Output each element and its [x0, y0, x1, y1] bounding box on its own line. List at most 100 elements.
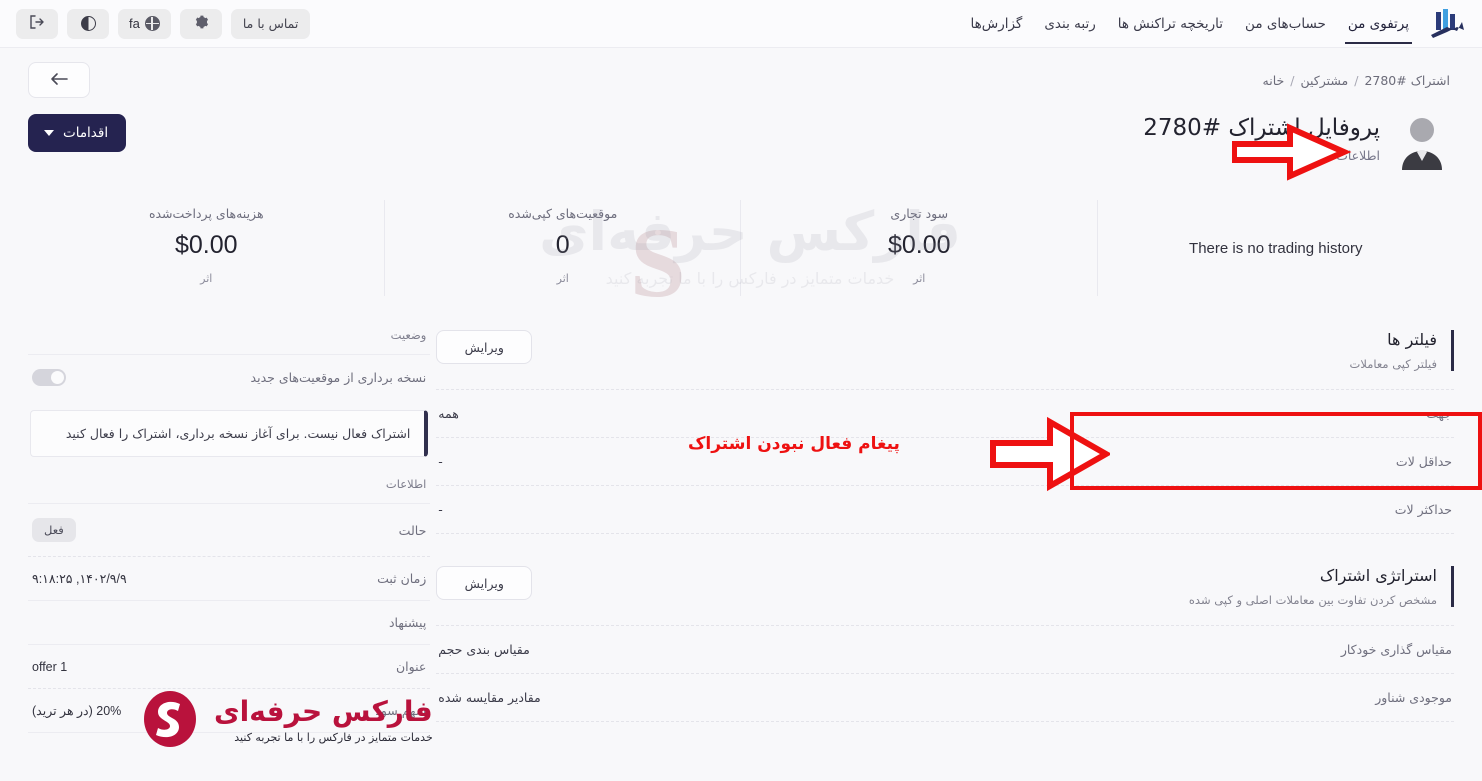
- row-value: -: [438, 454, 443, 469]
- nav-item-label: حساب‌های من: [1245, 16, 1326, 32]
- table-row: حالت فعل: [28, 503, 431, 556]
- row-value: ۱۴۰۲/۹/۹, ۹:۱۸:۲۵: [32, 572, 127, 587]
- edit-label: ویرایش: [464, 575, 504, 591]
- row-value: offer 1: [32, 659, 68, 674]
- app-page: پرتفوی من حساب‌های من تاریخچه تراکنش ها …: [0, 0, 1482, 781]
- breadcrumb-home[interactable]: خانه: [1263, 73, 1285, 88]
- profile-text: پروفایل اشتراک #2780 اطلاعات کلی درباره …: [1143, 114, 1380, 163]
- content-area: فیلتر ها فیلتر کپی معاملات ویرایش جهت هم…: [0, 304, 1482, 734]
- strategy-section-header: استراتژی اشتراک مشخص کردن تفاوت بین معام…: [436, 560, 1454, 607]
- gear-icon: [193, 14, 209, 33]
- nav-item-label: تاریخچه تراکنش ها: [1117, 16, 1224, 32]
- table-row: زمان ثبت ۱۴۰۲/۹/۹, ۹:۱۸:۲۵: [28, 556, 431, 600]
- globe-icon: [144, 16, 160, 31]
- row-key: سهم سود: [375, 703, 427, 719]
- breadcrumb-current[interactable]: اشتراک #2780: [1364, 73, 1450, 88]
- nav-items: پرتفوی من حساب‌های من تاریخچه تراکنش ها …: [960, 3, 1421, 44]
- row-key: حالت: [398, 522, 427, 538]
- breadcrumb-row: اشتراک #2780 / مشترکین / خانه: [0, 48, 1482, 98]
- stat-label: موقعیت‌های کپی‌شده: [508, 206, 618, 221]
- settings-button[interactable]: [179, 8, 222, 39]
- side-panel: وضعیت نسخه برداری از موقعیت‌های جدید اشت…: [28, 324, 431, 734]
- row-key: عنوان: [395, 659, 427, 675]
- stats-row: There is no trading history سود تجاری $0…: [28, 192, 1454, 304]
- inactive-alert-wrap: اشتراک فعال نیست. برای آغاز نسخه برداری،…: [28, 400, 430, 465]
- copy-new-positions-label: نسخه برداری از موقعیت‌های جدید: [250, 370, 427, 385]
- row-key: زمان ثبت: [377, 571, 427, 587]
- actions-label: اقدامات: [63, 125, 109, 141]
- strategy-title: استراتژی اشتراک: [1319, 566, 1437, 585]
- nav-item-transaction-history[interactable]: تاریخچه تراکنش ها: [1107, 3, 1234, 44]
- stat-unit: اثر: [556, 272, 569, 285]
- table-row: عنوان offer 1: [28, 644, 431, 688]
- breadcrumb: اشتراک #2780 / مشترکین / خانه: [1263, 73, 1450, 88]
- status-section-label: وضعیت: [390, 328, 427, 342]
- row-key: مقیاس گذاری خودکار: [1340, 642, 1452, 657]
- back-button[interactable]: [28, 62, 90, 98]
- stat-trading-profit: سود تجاری $0.00 اثر: [741, 192, 1098, 304]
- top-navigation-bar: پرتفوی من حساب‌های من تاریخچه تراکنش ها …: [0, 0, 1482, 48]
- breadcrumb-subscribers[interactable]: مشترکین: [1300, 73, 1348, 88]
- stat-paid-fees: هزینه‌های پرداخت‌شده $0.00 اثر: [28, 192, 385, 304]
- stat-copied-positions: موقعیت‌های کپی‌شده 0 اثر: [385, 192, 742, 304]
- table-row: مقیاس گذاری خودکار مقیاس بندی حجم: [436, 625, 1454, 674]
- row-value: 20% (در هر ترید): [32, 704, 122, 719]
- stat-unit: اثر: [913, 272, 926, 285]
- status-badge: فعل: [32, 518, 76, 543]
- nav-item-my-accounts[interactable]: حساب‌های من: [1234, 3, 1337, 44]
- language-selector[interactable]: fa: [118, 8, 171, 39]
- row-key: حداکثر لات: [1394, 502, 1452, 517]
- row-value: همه: [438, 406, 459, 421]
- contact-us-label: تماس با ما: [242, 16, 299, 31]
- copy-new-positions-toggle[interactable]: [32, 369, 66, 386]
- nav-item-ranking[interactable]: رتبه بندی: [1033, 3, 1106, 44]
- table-row: سهم سود 20% (در هر ترید): [28, 688, 431, 732]
- edit-label: ویرایش: [464, 339, 504, 355]
- bar-chart-arrow-logo-icon[interactable]: [1426, 7, 1468, 41]
- page-title: پروفایل اشتراک #2780: [1143, 115, 1380, 141]
- arrow-left-icon: [49, 71, 69, 90]
- nav-item-label: گزارش‌ها: [970, 16, 1023, 32]
- page-subtitle: اطلاعات کلی درباره اشتراک: [1232, 147, 1380, 163]
- offer-section-label: پیشنهاد: [388, 615, 427, 631]
- half-circle-icon: [80, 16, 96, 31]
- table-row: جهت همه: [436, 389, 1454, 438]
- table-row: حداقل لات -: [436, 438, 1454, 486]
- filters-edit-button[interactable]: ویرایش: [436, 330, 533, 364]
- logout-button[interactable]: [16, 8, 58, 39]
- language-label: fa: [129, 16, 140, 31]
- row-value: مقادیر مقایسه شده: [438, 690, 541, 705]
- row-value: مقیاس بندی حجم: [438, 642, 530, 657]
- table-row: موجودی شناور مقادیر مقایسه شده: [436, 674, 1454, 722]
- row-key: موجودی شناور: [1375, 690, 1452, 705]
- offer-section-label-row: پیشنهاد: [28, 600, 431, 644]
- empty-state-message: There is no trading history: [1189, 239, 1363, 257]
- strategy-subtitle: مشخص کردن تفاوت بین معاملات اصلی و کپی ش…: [1188, 593, 1437, 607]
- strategy-title-wrap: استراتژی اشتراک مشخص کردن تفاوت بین معام…: [1189, 566, 1454, 607]
- row-key: حداقل لات: [1395, 454, 1452, 469]
- profile-header: پروفایل اشتراک #2780 اطلاعات کلی درباره …: [0, 98, 1482, 170]
- stat-label: هزینه‌های پرداخت‌شده: [148, 206, 264, 221]
- avatar: [1394, 114, 1450, 170]
- nav-right-group: تماس با ما fa: [16, 8, 311, 39]
- contact-us-button[interactable]: تماس با ما: [230, 8, 311, 39]
- nav-item-reports[interactable]: گزارش‌ها: [960, 3, 1034, 44]
- filters-subtitle: فیلتر کپی معاملات: [1349, 357, 1438, 371]
- theme-toggle-button[interactable]: [67, 8, 109, 39]
- chevron-down-icon: [44, 130, 54, 136]
- strategy-edit-button[interactable]: ویرایش: [436, 566, 533, 600]
- stat-unit: اثر: [200, 272, 213, 285]
- copy-new-positions-row: نسخه برداری از موقعیت‌های جدید: [28, 354, 431, 400]
- row-value: -: [438, 502, 443, 517]
- nav-item-portfolio[interactable]: پرتفوی من: [1337, 3, 1420, 44]
- logout-icon: [28, 14, 46, 33]
- row-key: جهت: [1426, 406, 1452, 421]
- actions-button[interactable]: اقدامات: [28, 114, 127, 152]
- nav-item-label: پرتفوی من: [1347, 16, 1409, 32]
- inactive-subscription-alert: اشتراک فعال نیست. برای آغاز نسخه برداری،…: [30, 410, 429, 458]
- stat-label: سود تجاری: [890, 206, 949, 221]
- breadcrumb-separator: /: [1290, 72, 1295, 88]
- filters-title: فیلتر ها: [1387, 330, 1437, 349]
- main-column: فیلتر ها فیلتر کپی معاملات ویرایش جهت هم…: [436, 324, 1454, 722]
- table-row: حداکثر لات -: [436, 486, 1454, 534]
